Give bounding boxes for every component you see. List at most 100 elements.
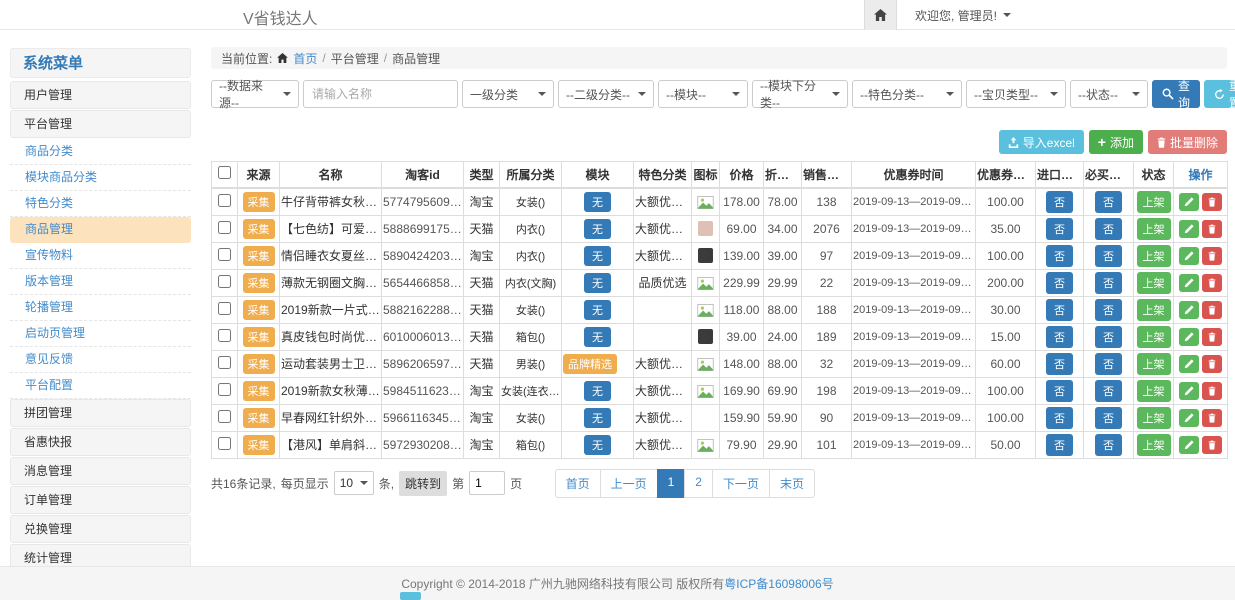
delete-button[interactable] <box>1202 328 1222 346</box>
row-checkbox[interactable] <box>218 410 231 423</box>
import-select-toggle[interactable]: 否 <box>1046 434 1073 456</box>
jump-page-input[interactable] <box>469 471 505 495</box>
page-size-select[interactable]: 10 <box>334 471 374 495</box>
filter-select-data-source[interactable]: --数据来源-- <box>211 80 299 108</box>
delete-button[interactable] <box>1202 193 1222 211</box>
delete-button[interactable] <box>1202 436 1222 454</box>
sidebar-item-8[interactable]: 轮播管理 <box>10 295 191 321</box>
status-button[interactable]: 上架 <box>1137 299 1171 321</box>
row-checkbox[interactable] <box>218 329 231 342</box>
status-button[interactable]: 上架 <box>1137 353 1171 375</box>
import-select-toggle[interactable]: 否 <box>1046 299 1073 321</box>
status-button[interactable]: 上架 <box>1137 407 1171 429</box>
reset-button[interactable]: 重置 <box>1204 80 1235 108</box>
status-button[interactable]: 上架 <box>1137 218 1171 240</box>
row-checkbox[interactable] <box>218 275 231 288</box>
edit-button[interactable] <box>1179 382 1199 400</box>
must-buy-toggle[interactable]: 否 <box>1095 272 1122 294</box>
row-checkbox[interactable] <box>218 194 231 207</box>
import-select-toggle[interactable]: 否 <box>1046 407 1073 429</box>
import-select-toggle[interactable]: 否 <box>1046 245 1073 267</box>
import-select-toggle[interactable]: 否 <box>1046 380 1073 402</box>
pager-next[interactable]: 下一页 <box>712 469 770 498</box>
must-buy-toggle[interactable]: 否 <box>1095 299 1122 321</box>
user-menu[interactable]: 欢迎您, 管理员! <box>915 7 1011 24</box>
must-buy-toggle[interactable]: 否 <box>1095 407 1122 429</box>
filter-select-feature-category[interactable]: --特色分类-- <box>852 80 962 108</box>
pager-first[interactable]: 首页 <box>555 469 601 498</box>
sidebar-item-3[interactable]: 模块商品分类 <box>10 165 191 191</box>
edit-button[interactable] <box>1179 247 1199 265</box>
filter-select-category-level1[interactable]: 一级分类 <box>462 80 554 108</box>
sidebar-item-7[interactable]: 版本管理 <box>10 269 191 295</box>
edit-button[interactable] <box>1179 220 1199 238</box>
filter-select-status[interactable]: --状态-- <box>1070 80 1148 108</box>
sidebar-item-15[interactable]: 订单管理 <box>10 486 191 514</box>
status-button[interactable]: 上架 <box>1137 191 1171 213</box>
edit-button[interactable] <box>1179 301 1199 319</box>
filter-input-name[interactable] <box>303 80 458 108</box>
row-checkbox[interactable] <box>218 248 231 261</box>
sidebar-item-14[interactable]: 消息管理 <box>10 457 191 485</box>
icp-link[interactable]: 粤ICP备16098006号 <box>724 575 833 592</box>
edit-button[interactable] <box>1179 436 1199 454</box>
must-buy-toggle[interactable]: 否 <box>1095 191 1122 213</box>
sidebar-item-17[interactable]: 统计管理 <box>10 544 191 566</box>
sidebar-item-0[interactable]: 用户管理 <box>10 81 191 109</box>
delete-button[interactable] <box>1202 301 1222 319</box>
import-select-toggle[interactable]: 否 <box>1046 218 1073 240</box>
must-buy-toggle[interactable]: 否 <box>1095 245 1122 267</box>
sidebar-item-12[interactable]: 拼团管理 <box>10 399 191 427</box>
edit-button[interactable] <box>1179 355 1199 373</box>
import-select-toggle[interactable]: 否 <box>1046 326 1073 348</box>
filter-select-module-subcategory[interactable]: --模块下分类-- <box>752 80 848 108</box>
pager-page-2[interactable]: 2 <box>684 469 713 498</box>
import-select-toggle[interactable]: 否 <box>1046 191 1073 213</box>
pager-prev[interactable]: 上一页 <box>600 469 658 498</box>
row-checkbox[interactable] <box>218 383 231 396</box>
sidebar-item-2[interactable]: 商品分类 <box>10 139 191 165</box>
must-buy-toggle[interactable]: 否 <box>1095 326 1122 348</box>
delete-button[interactable] <box>1202 409 1222 427</box>
sidebar-item-11[interactable]: 平台配置 <box>10 373 191 399</box>
sidebar-item-6[interactable]: 宣传物料 <box>10 243 191 269</box>
must-buy-toggle[interactable]: 否 <box>1095 353 1122 375</box>
jump-button[interactable]: 跳转到 <box>399 471 447 496</box>
filter-select-item-type[interactable]: --宝贝类型-- <box>966 80 1066 108</box>
home-button[interactable] <box>864 0 897 30</box>
pager-page-1[interactable]: 1 <box>657 469 686 498</box>
search-button[interactable]: 查询 <box>1152 80 1200 108</box>
must-buy-toggle[interactable]: 否 <box>1095 218 1122 240</box>
sidebar-item-10[interactable]: 意见反馈 <box>10 347 191 373</box>
delete-button[interactable] <box>1202 247 1222 265</box>
batch-delete-button[interactable]: 批量删除 <box>1148 130 1227 154</box>
row-checkbox[interactable] <box>218 356 231 369</box>
must-buy-toggle[interactable]: 否 <box>1095 380 1122 402</box>
sidebar-item-4[interactable]: 特色分类 <box>10 191 191 217</box>
delete-button[interactable] <box>1202 220 1222 238</box>
add-button[interactable]: + 添加 <box>1089 130 1143 154</box>
edit-button[interactable] <box>1179 328 1199 346</box>
status-button[interactable]: 上架 <box>1137 245 1171 267</box>
sidebar-item-5[interactable]: 商品管理 <box>10 217 191 243</box>
sidebar-item-1[interactable]: 平台管理 <box>10 110 191 138</box>
row-checkbox[interactable] <box>218 437 231 450</box>
delete-button[interactable] <box>1202 382 1222 400</box>
status-button[interactable]: 上架 <box>1137 326 1171 348</box>
status-button[interactable]: 上架 <box>1137 434 1171 456</box>
edit-button[interactable] <box>1179 274 1199 292</box>
edit-button[interactable] <box>1179 409 1199 427</box>
status-button[interactable]: 上架 <box>1137 380 1171 402</box>
filter-select-category-level2[interactable]: --二级分类-- <box>558 80 654 108</box>
import-excel-button[interactable]: 导入excel <box>999 130 1084 154</box>
pager-last[interactable]: 末页 <box>769 469 815 498</box>
sidebar-item-13[interactable]: 省惠快报 <box>10 428 191 456</box>
sidebar-item-9[interactable]: 启动页管理 <box>10 321 191 347</box>
select-all-checkbox[interactable] <box>218 166 231 179</box>
delete-button[interactable] <box>1202 274 1222 292</box>
sidebar-item-16[interactable]: 兑换管理 <box>10 515 191 543</box>
row-checkbox[interactable] <box>218 221 231 234</box>
must-buy-toggle[interactable]: 否 <box>1095 434 1122 456</box>
filter-select-module[interactable]: --模块-- <box>658 80 748 108</box>
import-select-toggle[interactable]: 否 <box>1046 353 1073 375</box>
